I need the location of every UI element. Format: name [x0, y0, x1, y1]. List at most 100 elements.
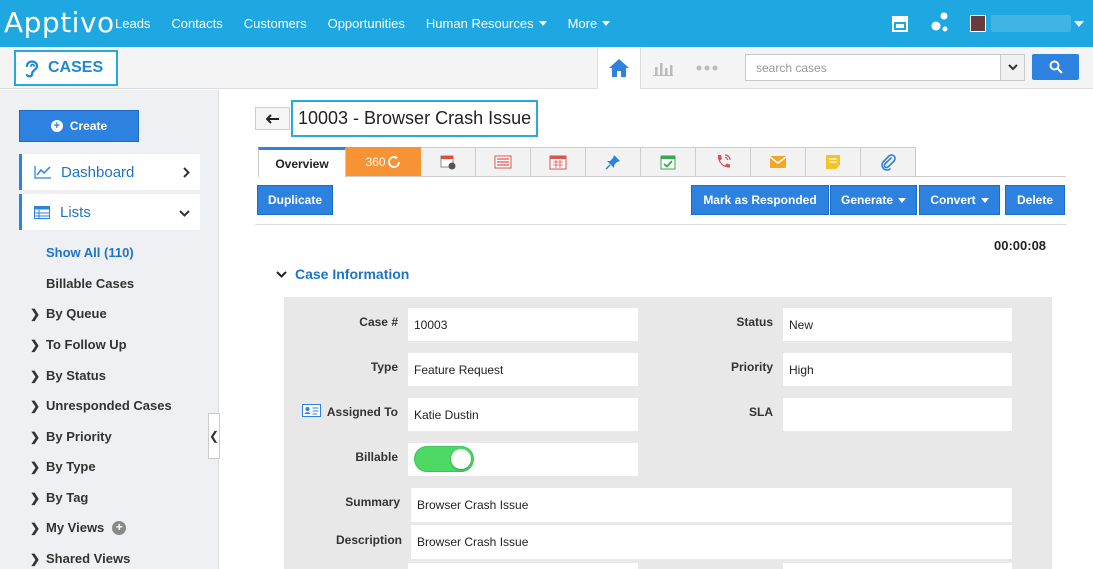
user-name[interactable]	[991, 15, 1071, 32]
group-my-views[interactable]: ❯ My Views +	[30, 520, 127, 535]
nav-leads[interactable]: Leads	[115, 16, 150, 31]
chevron-right-icon: ❯	[30, 520, 41, 535]
mail-icon	[769, 156, 787, 168]
chevron-right-icon: ❯	[30, 490, 41, 505]
tab-calendar[interactable]	[421, 147, 476, 177]
sla-field[interactable]	[783, 398, 1012, 431]
priority-field[interactable]: High	[783, 353, 1012, 386]
home-view-tab[interactable]	[597, 47, 641, 89]
record-title: 10003 - Browser Crash Issue	[291, 100, 539, 137]
search-button[interactable]	[1032, 54, 1079, 80]
convert-button[interactable]: Convert	[919, 185, 1000, 215]
tab-emails[interactable]	[751, 147, 806, 177]
sidebar-lists[interactable]: Lists	[19, 194, 200, 230]
billable-label: Billable	[355, 450, 398, 464]
search-filter-dropdown[interactable]	[1000, 55, 1024, 80]
group-by-priority[interactable]: ❯ By Priority	[30, 429, 112, 444]
summary-label: Summary	[345, 495, 400, 509]
ear-icon	[25, 60, 39, 78]
avatar[interactable]	[970, 15, 986, 32]
case-number-field[interactable]: 10003	[408, 308, 638, 341]
tab-360[interactable]: 360	[346, 147, 421, 177]
nav-customers[interactable]: Customers	[244, 16, 307, 31]
chevron-right-icon: ❯	[30, 398, 41, 413]
type-field[interactable]: Feature Request	[408, 353, 638, 386]
tab-events[interactable]	[531, 147, 586, 177]
nav-more[interactable]: More	[568, 16, 611, 31]
ellipsis-icon	[696, 65, 718, 71]
chevron-right-icon: ❯	[30, 551, 41, 566]
search-input[interactable]	[746, 55, 998, 80]
search-box	[745, 54, 1025, 81]
chart-view-tab[interactable]	[641, 47, 685, 89]
group-unresponded-cases[interactable]: ❯ Unresponded Cases	[30, 398, 172, 413]
section-case-information[interactable]: Case Information	[276, 266, 409, 282]
tab-overview[interactable]: Overview	[258, 147, 346, 177]
store-icon[interactable]	[891, 15, 909, 32]
chevron-down-icon[interactable]	[1074, 21, 1084, 27]
sidebar-dashboard[interactable]: Dashboard	[19, 154, 200, 190]
bar-chart-icon	[653, 63, 673, 76]
duplicate-button[interactable]: Duplicate	[257, 185, 333, 215]
apptivo-logo[interactable]: Apptivo	[4, 6, 115, 39]
group-by-queue[interactable]: ❯ By Queue	[30, 306, 107, 321]
nav-human-resources[interactable]: Human Resources	[426, 16, 547, 31]
phone-icon	[717, 154, 731, 168]
tab-notes[interactable]	[806, 147, 861, 177]
billable-toggle[interactable]	[414, 446, 474, 472]
group-shared-views[interactable]: ❯ Shared Views	[30, 551, 130, 566]
main-nav: Leads Contacts Customers Opportunities H…	[115, 16, 631, 31]
mark-as-responded-button[interactable]: Mark as Responded	[691, 185, 829, 215]
chevron-down-icon	[980, 197, 989, 203]
tab-attachments[interactable]	[861, 147, 916, 177]
group-by-status[interactable]: ❯ By Status	[30, 368, 106, 383]
list-billable-cases[interactable]: Billable Cases	[46, 276, 134, 291]
description-field[interactable]: Browser Crash Issue	[411, 525, 1012, 559]
chevron-down-icon	[602, 21, 611, 26]
next-field-left[interactable]	[408, 563, 638, 569]
status-field[interactable]: New	[783, 308, 1012, 341]
more-view-tab[interactable]	[685, 47, 729, 89]
calendar-icon	[549, 155, 567, 170]
group-by-type[interactable]: ❯ By Type	[30, 459, 96, 474]
chevron-right-icon	[183, 167, 190, 178]
group-to-follow-up[interactable]: ❯ To Follow Up	[30, 337, 127, 352]
group-by-tag[interactable]: ❯ By Tag	[30, 490, 88, 505]
line-chart-icon	[34, 166, 51, 179]
share-icon[interactable]	[931, 12, 949, 34]
delete-button[interactable]: Delete	[1005, 185, 1065, 215]
list-icon	[34, 205, 50, 219]
paperclip-icon	[881, 154, 896, 171]
list-show-all[interactable]: Show All (110)	[46, 245, 134, 260]
tab-pin[interactable]	[586, 147, 641, 177]
add-view-icon[interactable]: +	[112, 520, 127, 535]
create-button[interactable]: + Create	[19, 110, 139, 142]
summary-field[interactable]: Browser Crash Issue	[411, 488, 1012, 522]
view-switcher	[597, 47, 729, 89]
description-label: Description	[335, 533, 402, 547]
chevron-right-icon: ❯	[30, 306, 41, 321]
next-field-right[interactable]	[783, 563, 1012, 569]
nav-contacts[interactable]: Contacts	[171, 16, 222, 31]
priority-label: Priority	[730, 360, 773, 374]
plus-icon: +	[50, 120, 63, 132]
toggle-knob	[451, 449, 471, 469]
assigned-to-field[interactable]: Katie Dustin	[408, 398, 638, 431]
chevron-down-icon	[1007, 64, 1018, 71]
chevron-right-icon: ❯	[30, 459, 41, 474]
sidebar-collapse-handle[interactable]: ❮	[208, 413, 220, 459]
chevron-down-icon	[179, 210, 190, 217]
task-check-icon	[660, 155, 676, 170]
back-button[interactable]	[255, 107, 290, 130]
app-header: CASES	[0, 47, 1093, 89]
refresh-icon	[387, 155, 400, 168]
tab-notes-list[interactable]	[476, 147, 531, 177]
generate-button[interactable]: Generate	[830, 185, 917, 215]
calendar-clock-icon	[440, 155, 456, 170]
nav-opportunities[interactable]: Opportunities	[328, 16, 405, 31]
tab-calls[interactable]	[696, 147, 751, 177]
app-title[interactable]: CASES	[14, 50, 118, 86]
home-icon	[609, 59, 629, 77]
chevron-down-icon	[898, 197, 907, 203]
tab-tasks[interactable]	[641, 147, 696, 177]
